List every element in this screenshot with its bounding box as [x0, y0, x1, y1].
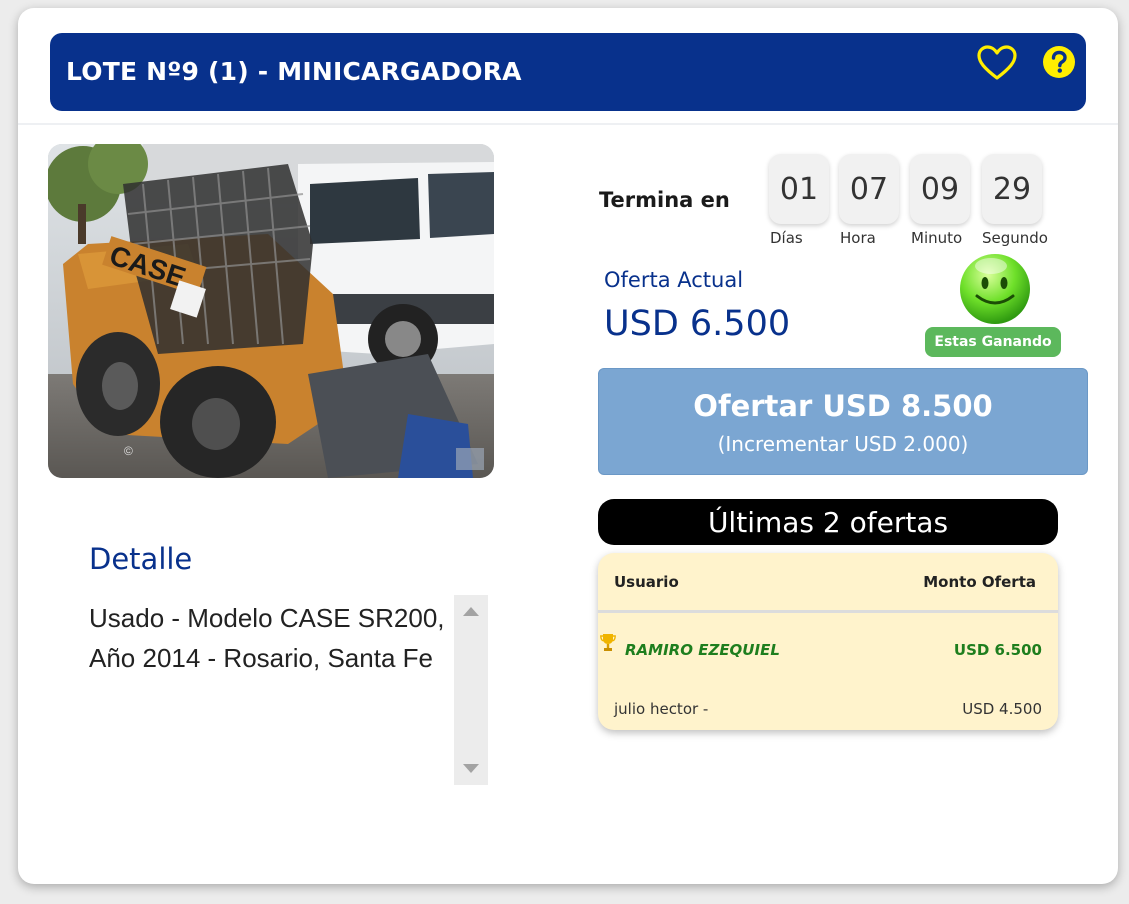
detail-text: Usado - Modelo CASE SR200, Año 2014 - Ro… — [89, 603, 445, 673]
countdown-seconds: 29 — [982, 154, 1042, 224]
detail-scrollbar[interactable] — [454, 595, 488, 785]
heart-icon[interactable] — [976, 45, 1018, 81]
last-bids-table: Usuario Monto Oferta RAMIRO EZEQUIEL USD… — [598, 553, 1058, 730]
countdown-minutes-label: Minuto — [911, 229, 963, 247]
countdown-minutes: 09 — [910, 154, 970, 224]
bid-row-amount: USD 6.500 — [953, 641, 1042, 659]
detail-title: Detalle — [89, 542, 193, 576]
column-header-amount: Monto Oferta — [923, 573, 1036, 591]
question-circle-icon[interactable] — [1042, 45, 1076, 79]
current-offer-label: Oferta Actual — [604, 268, 744, 292]
last-bids-title: Últimas 2 ofertas — [598, 499, 1058, 545]
column-header-user: Usuario — [614, 573, 679, 591]
bid-row-amount: USD 4.500 — [962, 700, 1042, 718]
countdown-days-label: Días — [770, 229, 803, 247]
lot-card: LOTE Nº9 (1) - MINICARGADORA CASE © Deta… — [18, 8, 1118, 884]
scroll-down-icon[interactable] — [463, 764, 479, 773]
countdown-days: 01 — [769, 154, 829, 224]
bid-row-user: julio hector - — [614, 700, 709, 718]
bid-button-label: Ofertar USD 8.500 — [693, 389, 993, 423]
trophy-icon — [600, 634, 616, 651]
header-divider — [18, 123, 1118, 125]
bid-increment-label: (Incrementar USD 2.000) — [717, 432, 969, 456]
photo-copyright: © — [124, 444, 133, 458]
scroll-up-icon[interactable] — [463, 607, 479, 616]
table-header-divider — [598, 610, 1058, 613]
lot-title: LOTE Nº9 (1) - MINICARGADORA — [66, 57, 522, 86]
countdown-label: Termina en — [599, 188, 730, 212]
skid-steer-photo: CASE — [48, 144, 494, 478]
smiley-icon — [960, 254, 1030, 324]
countdown-seconds-label: Segundo — [982, 229, 1048, 247]
current-offer-value: USD 6.500 — [604, 304, 791, 344]
countdown-hours-label: Hora — [840, 229, 876, 247]
lot-photo[interactable]: CASE © — [48, 144, 494, 478]
bid-row-user: RAMIRO EZEQUIEL — [625, 641, 780, 659]
winning-status-badge: Estas Ganando — [925, 327, 1061, 357]
countdown-hours: 07 — [839, 154, 899, 224]
lot-header: LOTE Nº9 (1) - MINICARGADORA — [50, 33, 1086, 111]
place-bid-button[interactable]: Ofertar USD 8.500 (Incrementar USD 2.000… — [598, 368, 1088, 475]
